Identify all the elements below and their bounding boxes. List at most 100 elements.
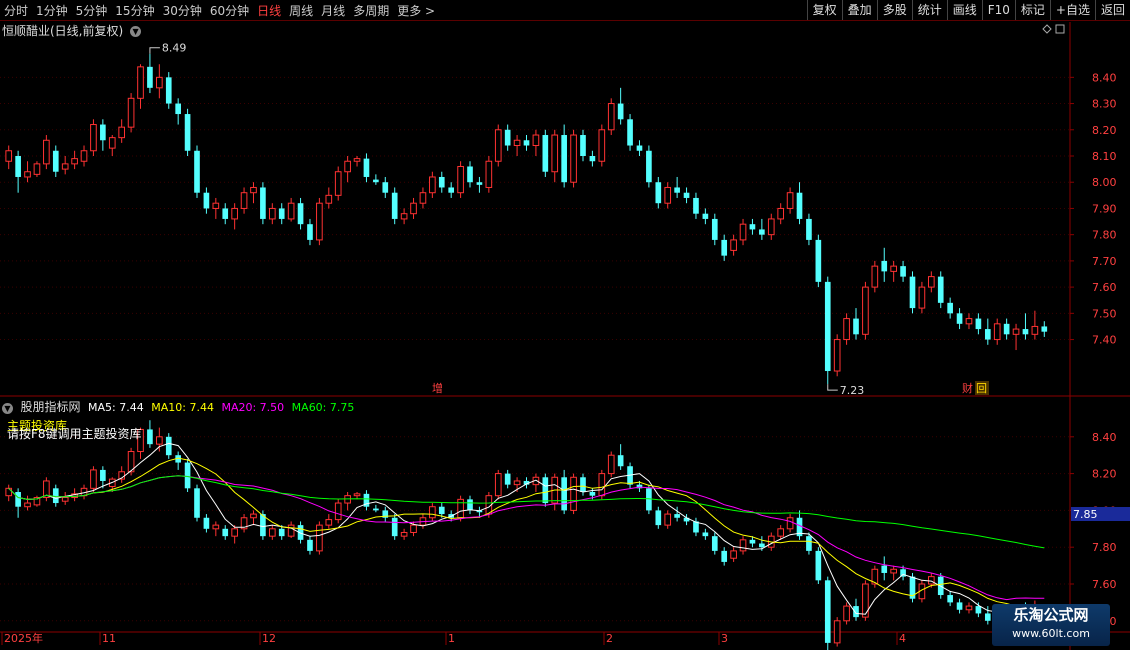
stock-title: 恒顺醋业(日线,前复权) <box>2 24 124 38</box>
indicator-candle-up <box>325 519 333 526</box>
indicator-candle-up <box>833 620 841 644</box>
price-candle-up <box>231 207 238 220</box>
indicator-candle-up <box>250 513 257 519</box>
price-candle-down <box>1022 329 1029 335</box>
price-candle-down <box>702 213 709 219</box>
price-candle-down <box>15 156 21 177</box>
ma20-line <box>8 475 1045 601</box>
indicator-candle-down <box>655 510 662 526</box>
indicator-candle-down <box>15 492 21 507</box>
price-candle-down <box>617 103 624 120</box>
price-candle-up <box>862 286 869 335</box>
indicator-candle-up <box>786 517 794 530</box>
indicator-candle-down <box>806 536 812 551</box>
indicator-candle-up <box>862 583 869 618</box>
price-candle-up <box>90 124 97 152</box>
y-tick-label: 8.30 <box>1092 98 1117 111</box>
site-watermark: 乐淘公式网 www.60lt.com <box>992 604 1110 646</box>
price-candle-up <box>419 192 427 204</box>
price-candle-down <box>909 276 916 309</box>
indicator-candle-down <box>702 532 709 537</box>
price-candle-down <box>646 150 652 183</box>
price-candle-up <box>43 139 50 165</box>
indicator-candle-up <box>598 473 606 497</box>
indicator-candle-up <box>231 528 238 537</box>
price-candle-up <box>598 129 606 162</box>
indicator-candle-up <box>61 497 69 502</box>
indicator-candle-down <box>391 517 398 537</box>
price-candle-down <box>448 187 455 193</box>
price-candle-up <box>485 160 493 188</box>
y-tick-label: 7.70 <box>1092 255 1117 268</box>
indicator-candle-down <box>984 613 991 621</box>
dropdown-icon[interactable]: ▼ <box>2 402 13 414</box>
ma60-value: MA60: 7.75 <box>291 401 355 414</box>
price-candle-down <box>806 218 812 240</box>
price-candle-up <box>777 207 785 220</box>
indicator-candle-down <box>542 477 549 504</box>
price-candle-up <box>890 265 897 272</box>
price-candle-down <box>147 66 153 88</box>
dropdown-icon[interactable]: ▼ <box>130 26 142 37</box>
indicator-candle-down <box>947 595 953 603</box>
price-candle-up <box>240 192 248 209</box>
indicator-candle-up <box>410 524 417 533</box>
price-candle-down <box>542 135 549 172</box>
event-marker-financial: 财 <box>962 381 973 395</box>
indicator-candle-up <box>965 605 973 611</box>
price-candle-down <box>580 135 586 156</box>
price-candle-up <box>127 97 135 128</box>
price-candle-down <box>382 182 389 193</box>
indicator-candle-up <box>843 605 850 622</box>
price-candle-down <box>824 281 831 372</box>
kline-chart[interactable]: 8.40 8.30 8.20 8.10 8.00 7.90 7.80 7.70 7.60 7.50… <box>0 0 1130 650</box>
price-candle-down <box>937 276 944 303</box>
indicator-candle-down <box>589 492 596 496</box>
ma5-value: MA5: 7.44 <box>88 401 144 414</box>
price-candle-up <box>730 239 737 251</box>
price-candle-down <box>683 192 690 198</box>
indicator-candle-up <box>607 454 615 475</box>
x-tick-label: 11 <box>102 632 116 645</box>
price-candle-down <box>297 203 304 225</box>
price-candle-up <box>325 194 333 204</box>
price-candle-up <box>400 213 408 220</box>
stock-title-bar[interactable]: 恒顺醋业(日线,前复权) ▼ <box>2 22 142 39</box>
indicator-name[interactable]: 股朋指标网 <box>21 400 81 414</box>
y-tick-label: 7.90 <box>1092 202 1117 215</box>
indicator-candle-down <box>617 455 624 467</box>
x-tick-label: 12 <box>262 632 276 645</box>
indicator-candle-down <box>100 469 106 481</box>
indicator-candle-up <box>664 513 672 526</box>
y-tick-label: 7.60 <box>1092 281 1117 294</box>
y-tick-label: 8.20 <box>1092 124 1117 137</box>
price-candle-up <box>353 158 361 162</box>
price-candle-up <box>80 150 88 162</box>
price-candle-up <box>513 139 521 147</box>
ma10-value: MA10: 7.44 <box>151 401 214 414</box>
indicator-candle-down <box>147 429 153 445</box>
price-candle-up <box>137 66 144 99</box>
price-candle-up <box>212 202 220 209</box>
indicator-candle-down <box>853 606 859 618</box>
price-candle-down <box>307 224 313 240</box>
y-tick-label: 8.20 <box>1092 468 1117 481</box>
watermark-url: www.60lt.com <box>1012 627 1090 640</box>
price-candle-down <box>222 208 229 219</box>
indicator-candle-down <box>203 517 210 529</box>
price-candle-down <box>52 150 59 172</box>
price-candle-down <box>947 302 953 314</box>
indicator-candle-up <box>334 502 342 521</box>
price-candle-down <box>467 166 473 183</box>
indicator-candle-down <box>194 488 200 518</box>
indicator-header: ▼ 股朋指标网 MA5: 7.44 MA10: 7.44 MA20: 7.50 … <box>2 398 358 415</box>
event-marker-buyback: 回 <box>976 382 987 395</box>
high-price-label: 8.49 <box>162 42 187 55</box>
indicator-candle-down <box>580 477 586 492</box>
price-candle-down <box>260 187 266 219</box>
indicator-candle-down <box>975 606 982 614</box>
indicator-candle-up <box>90 469 97 489</box>
price-candle-down <box>476 182 483 185</box>
price-candle-down <box>627 119 633 146</box>
price-candle-down <box>391 192 398 219</box>
